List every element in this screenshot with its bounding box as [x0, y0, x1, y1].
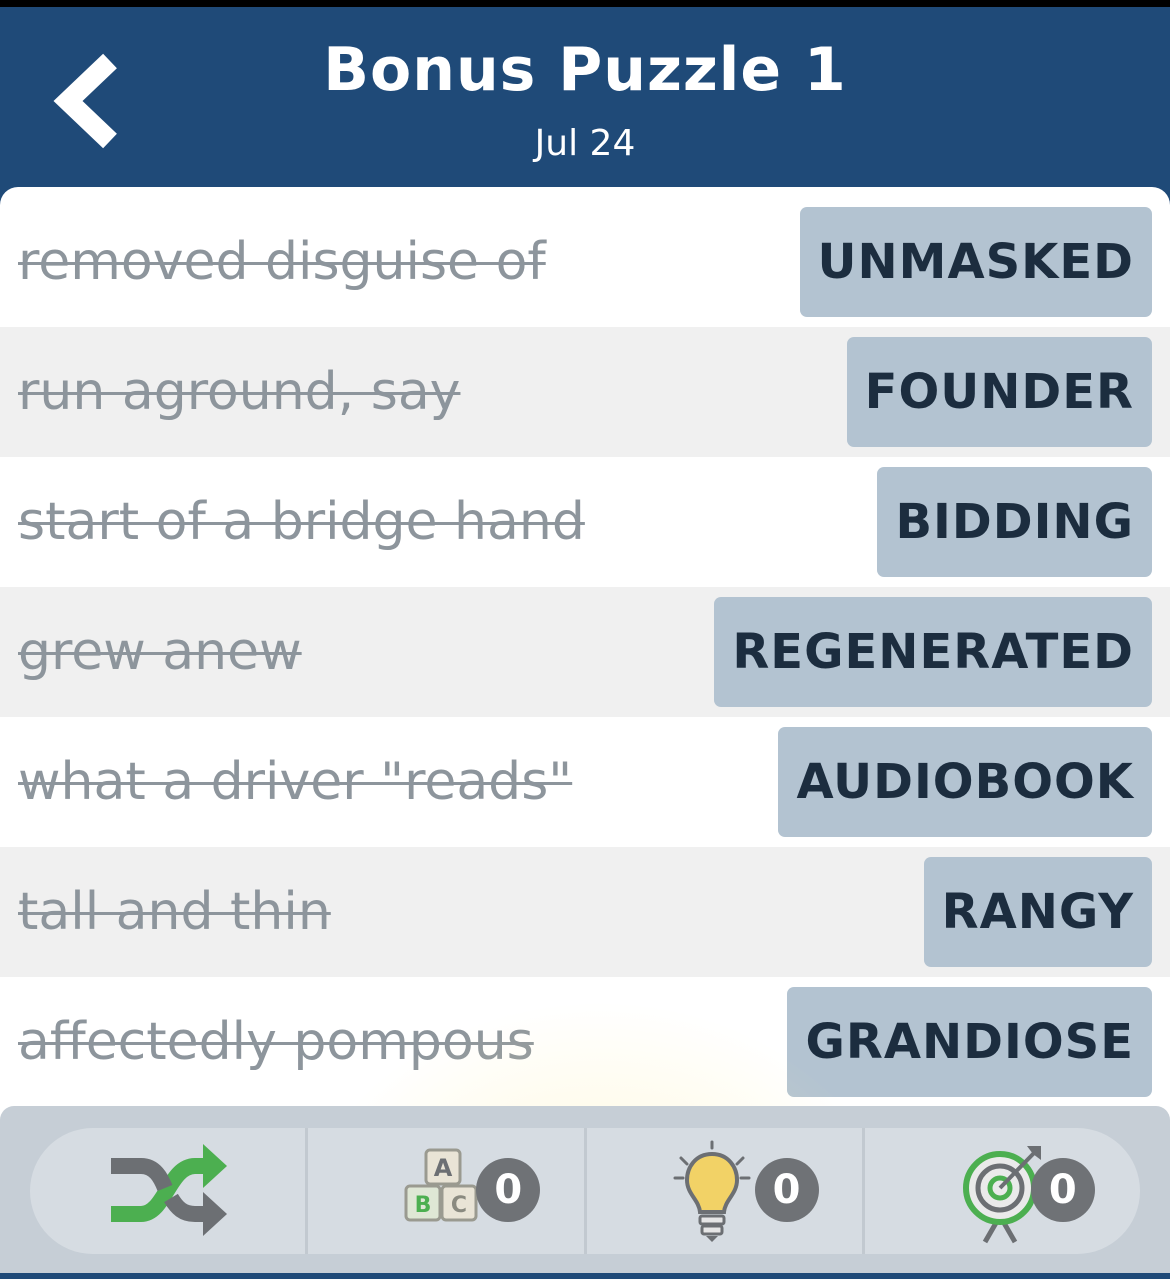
target-count-badge: 0: [1030, 1158, 1095, 1222]
clue-row[interactable]: tall and thin RANGY: [0, 847, 1170, 977]
bottom-strip: [0, 1273, 1170, 1279]
shuffle-button[interactable]: [30, 1128, 305, 1254]
answer-tile: RANGY: [923, 857, 1152, 967]
hint-count-badge: 0: [754, 1158, 819, 1222]
toolbar: A B C 0 0 0: [0, 1106, 1170, 1279]
clue-text: what a driver "reads": [18, 752, 573, 812]
clue-text: removed disguise of: [18, 232, 546, 292]
status-strip: [0, 0, 1170, 7]
clue-text: tall and thin: [18, 882, 331, 942]
target-button[interactable]: 0: [861, 1128, 1140, 1254]
clue-row[interactable]: start of a bridge hand BIDDING: [0, 457, 1170, 587]
clue-list: removed disguise of UNMASKED run aground…: [0, 197, 1170, 1107]
answer-tile: REGENERATED: [714, 597, 1152, 707]
clue-text: start of a bridge hand: [18, 492, 585, 552]
toolbar-pill: A B C 0 0 0: [30, 1128, 1140, 1254]
clue-row[interactable]: run aground, say FOUNDER: [0, 327, 1170, 457]
shuffle-icon: [110, 1144, 227, 1236]
lightbulb-icon: [673, 1140, 750, 1242]
letters-count-badge: 0: [476, 1158, 541, 1222]
answer-tile: FOUNDER: [846, 337, 1152, 447]
svg-text:A: A: [434, 1154, 453, 1182]
page-date: Jul 24: [534, 123, 636, 164]
header-bar: Bonus Puzzle 1 Jul 24: [0, 7, 1170, 197]
answer-tile: AUDIOBOOK: [778, 727, 1152, 837]
clue-text: run aground, say: [18, 362, 461, 422]
hint-button[interactable]: 0: [583, 1128, 862, 1254]
clue-row[interactable]: grew anew REGENERATED: [0, 587, 1170, 717]
clue-row[interactable]: affectedly pompous GRANDIOSE: [0, 977, 1170, 1107]
answer-tile: GRANDIOSE: [787, 987, 1152, 1097]
answer-tile: BIDDING: [877, 467, 1152, 577]
clue-text: grew anew: [18, 622, 302, 682]
page-title: Bonus Puzzle 1: [323, 35, 847, 105]
svg-text:B: B: [415, 1193, 432, 1218]
clue-row[interactable]: what a driver "reads" AUDIOBOOK: [0, 717, 1170, 847]
svg-text:C: C: [451, 1193, 467, 1218]
letters-button[interactable]: A B C 0: [305, 1128, 583, 1254]
answer-tile: UNMASKED: [799, 207, 1152, 317]
clue-row[interactable]: removed disguise of UNMASKED: [0, 197, 1170, 327]
clue-text: affectedly pompous: [18, 1012, 534, 1072]
